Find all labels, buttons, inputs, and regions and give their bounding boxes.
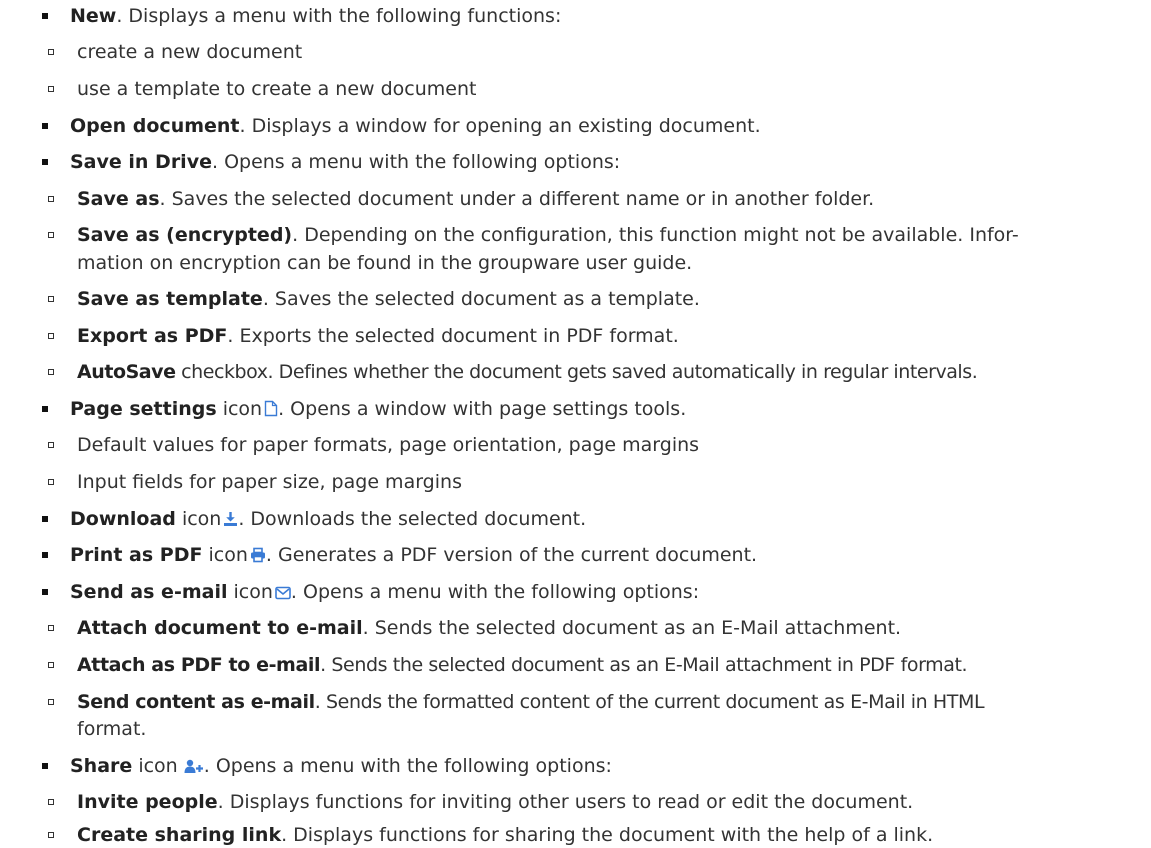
- sub-list-item-continuation: mation on encryption can be found in the…: [77, 251, 1142, 275]
- term: AutoSave: [77, 361, 176, 383]
- description: . Generates a PDF version of the current…: [265, 544, 758, 566]
- description: . Displays functions for inviting other …: [217, 791, 914, 813]
- sub-list-item: use a template to create a new document: [48, 77, 1142, 101]
- sub-list-item: Create sharing link. Displays functions …: [48, 823, 1142, 847]
- term: Open document: [70, 115, 240, 137]
- square-bullet-icon: [42, 123, 48, 129]
- description: create a new document: [77, 41, 303, 63]
- list-item: Send as e-mail icon . Opens a menu with t…: [42, 580, 1140, 604]
- description: . Sends the selected document as an E-Ma…: [320, 654, 968, 676]
- term: Invite people: [77, 791, 218, 813]
- icon-word: icon: [216, 398, 263, 420]
- term: Send content as e-mail: [77, 691, 315, 713]
- description: . Opens a window with page settings tool…: [278, 398, 687, 420]
- term: Send as e-mail: [70, 581, 228, 603]
- term: Save as: [77, 188, 160, 210]
- square-bullet-icon: [42, 406, 48, 412]
- description: Input fields for paper size, page margin…: [77, 471, 462, 493]
- print-icon: [250, 547, 266, 563]
- sub-list-item: Default values for paper formats, page o…: [48, 433, 1142, 457]
- square-bullet-icon: [42, 159, 48, 165]
- list-item: Share icon . Opens a menu with the follow…: [42, 754, 1140, 778]
- sub-list-item: Save as. Saves the selected document und…: [48, 187, 1142, 211]
- hollow-square-bullet-icon: [48, 333, 54, 339]
- description: . Saves the selected document under a di…: [159, 188, 875, 210]
- share-icon: [184, 759, 204, 774]
- term: Export as PDF: [77, 325, 228, 347]
- hollow-square-bullet-icon: [48, 625, 54, 631]
- sub-list-item: Export as PDF. Exports the selected docu…: [48, 324, 1142, 348]
- term: Print as PDF: [70, 544, 203, 566]
- description: mation on encryption can be found in the…: [77, 252, 693, 274]
- description: . Displays functions for sharing the doc…: [281, 824, 934, 846]
- icon-word: icon: [227, 581, 273, 603]
- list-item: Open document. Displays a window for ope…: [42, 114, 1140, 138]
- term: Save as template: [77, 288, 263, 310]
- list-item: Print as PDF icon . Generates a PDF versi…: [42, 543, 1140, 567]
- description: . Sends the selected document as an E-Ma…: [362, 617, 902, 639]
- hollow-square-bullet-icon: [48, 296, 54, 302]
- term: Save as (encrypted): [77, 224, 293, 246]
- term: Create sharing link: [77, 824, 282, 846]
- description: . Displays a window for opening an exist…: [239, 115, 761, 137]
- description: . Opens a menu with the following option…: [290, 581, 700, 603]
- term: Attach as PDF to e-mail: [77, 654, 321, 676]
- sub-list-item-continuation: format.: [77, 717, 1142, 741]
- square-bullet-icon: [42, 763, 48, 769]
- description: . Saves the selected document as a templ…: [262, 288, 700, 310]
- term: Page settings: [70, 398, 217, 420]
- description: . Opens a menu with the following option…: [203, 755, 612, 777]
- list-item: Page settings icon . Opens a window with …: [42, 397, 1140, 421]
- sub-list-item: Send content as e-mail. Sends the format…: [48, 690, 1142, 714]
- hollow-square-bullet-icon: [48, 832, 54, 838]
- description: . Exports the selected document in PDF f…: [227, 325, 679, 347]
- term: New: [70, 5, 117, 27]
- description: Default values for paper formats, page o…: [77, 434, 700, 456]
- envelope-icon: [275, 586, 291, 600]
- description: . Depending on the configuration, this f…: [292, 224, 1019, 246]
- term: Save in Drive: [70, 151, 212, 173]
- list-item: New. Displays a menu with the following …: [42, 4, 1140, 28]
- hollow-square-bullet-icon: [48, 232, 54, 238]
- icon-word: icon: [132, 755, 178, 777]
- sub-list-item: Attach document to e-mail. Sends the sel…: [48, 616, 1142, 640]
- icon-word: icon: [175, 508, 222, 530]
- hollow-square-bullet-icon: [48, 699, 54, 705]
- hollow-square-bullet-icon: [48, 662, 54, 668]
- sub-list-item: Input fields for paper size, page margin…: [48, 470, 1142, 494]
- page-icon: [264, 400, 278, 417]
- sub-list-item: Save as (encrypted). Depending on the co…: [48, 223, 1142, 247]
- square-bullet-icon: [42, 552, 48, 558]
- download-icon: [223, 511, 238, 527]
- hollow-square-bullet-icon: [48, 369, 54, 375]
- sub-list-item: Save as template. Saves the selected doc…: [48, 287, 1142, 311]
- description: format.: [77, 718, 147, 740]
- term: Share: [70, 755, 133, 777]
- description: checkbox. Defines whether the document g…: [175, 361, 978, 383]
- hollow-square-bullet-icon: [48, 479, 54, 485]
- description: . Sends the formatted content of the cur…: [314, 691, 985, 713]
- description: use a template to create a new document: [77, 78, 477, 100]
- hollow-square-bullet-icon: [48, 442, 54, 448]
- sub-list-item: Invite people. Displays functions for in…: [48, 790, 1142, 814]
- hollow-square-bullet-icon: [48, 86, 54, 92]
- term: Attach document to e-mail: [77, 617, 363, 639]
- list-item: Save in Drive. Opens a menu with the fol…: [42, 150, 1140, 174]
- icon-word: icon: [202, 544, 248, 566]
- description: . Downloads the selected document.: [238, 508, 587, 530]
- sub-list-item: AutoSave checkbox. Defines whether the d…: [48, 360, 1142, 384]
- description: . Displays a menu with the following fun…: [116, 5, 562, 27]
- square-bullet-icon: [42, 516, 48, 522]
- hollow-square-bullet-icon: [48, 799, 54, 805]
- hollow-square-bullet-icon: [48, 49, 54, 55]
- term: Download: [70, 508, 176, 530]
- square-bullet-icon: [42, 589, 48, 595]
- hollow-square-bullet-icon: [48, 196, 54, 202]
- sub-list-item: create a new document: [48, 40, 1142, 64]
- list-item: Download icon . Downloads the selected do…: [42, 507, 1140, 531]
- description: . Opens a menu with the following option…: [211, 151, 621, 173]
- square-bullet-icon: [42, 13, 48, 19]
- sub-list-item: Attach as PDF to e-mail. Sends the selec…: [48, 653, 1142, 677]
